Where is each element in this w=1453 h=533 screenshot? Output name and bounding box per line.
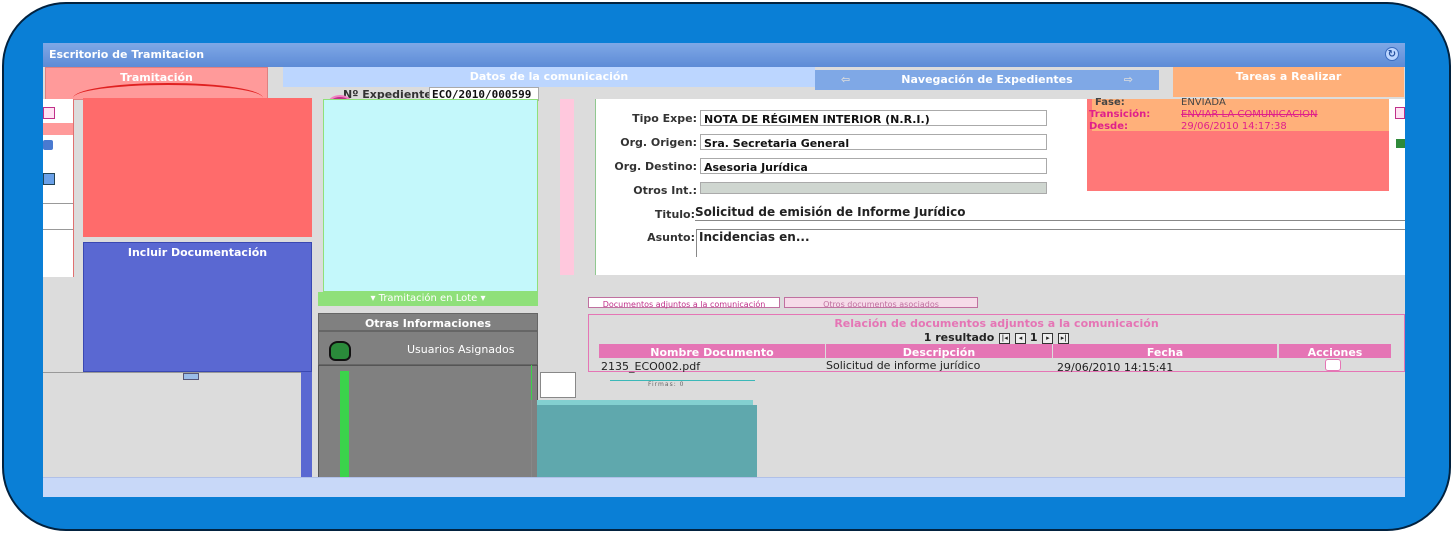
otros-field[interactable]: [700, 182, 1047, 194]
doc-nombre: 2135_ECO002.pdf: [601, 360, 701, 373]
mail-icon[interactable]: [43, 107, 55, 119]
navegacion-header: ⇦ Navegación de Expedientes ⇨: [815, 70, 1159, 90]
app-window: Escritorio de Tramitacion ↻ Tramitación …: [43, 43, 1405, 497]
col-descripcion[interactable]: Descripción: [826, 344, 1052, 359]
refresh-icon[interactable]: ↻: [1385, 47, 1399, 61]
col-nombre-documento[interactable]: Nombre Documento: [599, 344, 825, 359]
tareas-label: Tareas a Realizar: [1235, 70, 1342, 83]
nav-next-icon[interactable]: ⇨: [1124, 73, 1133, 86]
otras-informaciones-header: Otras Informaciones: [318, 313, 538, 331]
prev-page-icon[interactable]: ◂: [1015, 332, 1027, 344]
tramitacion-band: [43, 123, 73, 135]
page-number: 1: [1029, 331, 1038, 344]
doc-descripcion: Solicitud de informe jurídico: [826, 359, 981, 372]
tab-otros-documentos-label: Otros documentos asociados: [823, 300, 939, 309]
col-fecha[interactable]: Fecha: [1053, 344, 1277, 359]
destino-label: Org. Destino:: [614, 160, 697, 173]
tramitacion-lote-bar[interactable]: ▾ Tramitación en Lote ▾: [318, 292, 538, 306]
nav-prev-icon[interactable]: ⇦: [841, 73, 850, 86]
first-page-icon[interactable]: |◂: [999, 332, 1011, 344]
doc-fecha: 29/06/2010 14:15:41: [1057, 361, 1174, 374]
asunto-label: Asunto:: [647, 231, 695, 244]
small-doc-icon[interactable]: [183, 373, 199, 380]
next-page-icon[interactable]: ▸: [1042, 332, 1054, 344]
origen-label: Org. Origen:: [620, 136, 697, 149]
window-titlebar: Escritorio de Tramitacion ↻: [43, 43, 1405, 67]
datos-label: Datos de la comunicación: [469, 70, 629, 83]
col-fecha-label: Fecha: [1146, 346, 1184, 359]
incluir-documentacion-label: Incluir Documentación: [127, 246, 268, 259]
fase-value: ENVIADA: [1181, 97, 1226, 108]
users-icon: [329, 341, 351, 361]
table-row[interactable]: 2135_ECO002.pdf Solicitud de informe jur…: [599, 359, 1391, 374]
navegacion-label: Navegación de Expedientes: [901, 73, 1073, 86]
bottom-status-bar: [43, 477, 1405, 497]
titulo-label: Titulo:: [654, 208, 695, 221]
incluir-documentacion-panel[interactable]: Incluir Documentación: [83, 242, 312, 372]
tab-documentos-adjuntos[interactable]: Documentos adjuntos a la comunicación: [588, 297, 780, 309]
mail-right-icon[interactable]: [1395, 107, 1405, 119]
divider-line: [43, 203, 73, 204]
datos-header: Datos de la comunicación: [283, 67, 815, 87]
form-left-line: [595, 99, 596, 275]
usuarios-asignados-label: Usuarios Asignados: [407, 343, 515, 356]
asunto-field[interactable]: Incidencias en...: [696, 229, 1405, 257]
flag-right-icon[interactable]: [1396, 139, 1405, 148]
usuarios-asignados-row[interactable]: Usuarios Asignados: [318, 331, 538, 365]
tab-documentos-adjuntos-label: Documentos adjuntos a la comunicación: [602, 300, 766, 309]
edit-action-icon[interactable]: [1325, 359, 1341, 371]
desde-label: Desde:: [1089, 121, 1128, 132]
window-title: Escritorio de Tramitacion: [49, 48, 205, 61]
tool-icon[interactable]: [43, 140, 53, 150]
otras-informaciones-label: Otras Informaciones: [364, 317, 492, 330]
destino-field[interactable]: Asesoria Jurídica: [700, 158, 1047, 174]
fase-label: Fase:: [1095, 97, 1125, 108]
red-overlay-panel: [83, 98, 312, 237]
documents-caption: Relación de documentos adjuntos a la com…: [834, 317, 1159, 330]
results-count: 1 resultado: [923, 331, 995, 344]
col-acciones: Acciones: [1279, 344, 1391, 359]
tramitacion-label: Tramitación: [120, 71, 193, 84]
tipo-label: Tipo Expe:: [632, 112, 697, 125]
titulo-field[interactable]: Solicitud de emisión de Informe Jurídico: [695, 205, 1405, 221]
col-nombre-label: Nombre Documento: [650, 346, 774, 359]
calendar-icon[interactable]: [43, 173, 55, 185]
tab-otros-documentos[interactable]: Otros documentos asociados: [784, 297, 978, 309]
col-acciones-label: Acciones: [1307, 346, 1363, 359]
desde-value: 29/06/2010 14:17:38: [1181, 121, 1287, 132]
transicion-label: Transición:: [1089, 109, 1151, 120]
pink-side-strip: [560, 99, 574, 275]
vertical-red-line: [73, 99, 74, 277]
firmas-text: Firmas: 0: [648, 381, 685, 388]
tramitacion-lote-label: ▾ Tramitación en Lote ▾: [370, 293, 486, 304]
tipo-field[interactable]: NOTA DE RÉGIMEN INTERIOR (N.R.I.): [700, 110, 1047, 126]
teal-card-icon[interactable]: [540, 372, 576, 398]
tareas-header: Tareas a Realizar: [1173, 67, 1404, 97]
divider-line-2: [43, 229, 73, 230]
otros-label: Otros Int.:: [633, 184, 697, 197]
last-page-icon[interactable]: ▸|: [1058, 332, 1070, 344]
transicion-value: ENVIAR LA COMUNICACION: [1181, 109, 1318, 120]
cyan-panel: [323, 99, 538, 292]
origen-field[interactable]: Sra. Secretaria General: [700, 134, 1047, 150]
pager: 1 resultado |◂ ◂ 1 ▸ ▸|: [588, 331, 1405, 344]
col-descripcion-label: Descripción: [902, 346, 976, 359]
